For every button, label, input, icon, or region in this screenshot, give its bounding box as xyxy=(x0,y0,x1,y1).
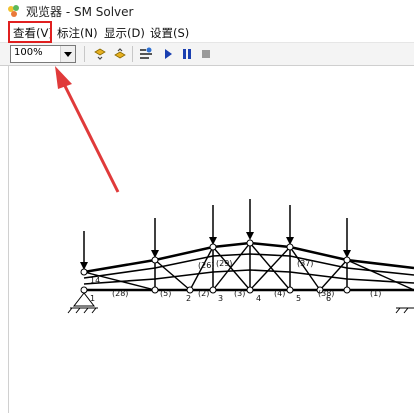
node-label: 2 xyxy=(186,294,191,303)
member-label: (37) xyxy=(297,259,313,268)
member-label: (38) xyxy=(318,289,334,298)
right-support xyxy=(395,307,414,314)
node-label: 5 xyxy=(296,294,301,303)
node-label: 3 xyxy=(218,294,223,303)
annotation-arrow xyxy=(55,66,120,193)
member-label: (29) xyxy=(216,259,232,268)
member-label: 14 xyxy=(90,276,100,285)
member-label: (4) xyxy=(274,289,285,298)
member-label: (3) xyxy=(234,289,245,298)
node-label: 1 xyxy=(90,294,95,303)
member-label: (1) xyxy=(370,289,381,298)
member-label: (2) xyxy=(198,289,209,298)
diagram-overlay: 1 2 3 4 5 6 14 (26) (28) (29) (37) (38) … xyxy=(8,21,414,314)
member-label: (26) xyxy=(198,261,214,270)
member-label: (5) xyxy=(160,289,171,298)
node-label: 4 xyxy=(256,294,261,303)
member-label: (28) xyxy=(112,289,128,298)
menu-highlight-box xyxy=(8,21,52,43)
